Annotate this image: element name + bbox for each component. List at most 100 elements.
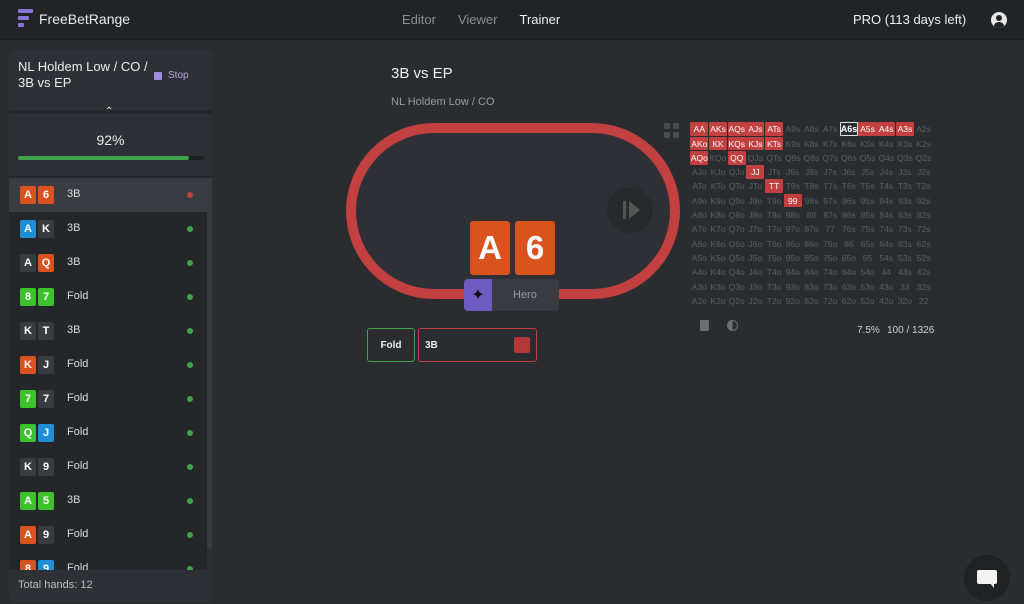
range-cell[interactable]: 65o [840, 251, 858, 265]
range-cell[interactable]: A3s [895, 122, 914, 136]
stop-button[interactable]: Stop [154, 70, 189, 81]
range-cell[interactable]: J9s [784, 165, 802, 179]
range-cell[interactable]: Q8o [728, 208, 746, 222]
range-cell[interactable]: J2s [915, 165, 933, 179]
range-cell[interactable]: 53s [896, 251, 914, 265]
range-cell[interactable]: 93s [896, 194, 914, 208]
range-cell[interactable]: 97s [821, 194, 839, 208]
range-cell[interactable]: 83s [896, 208, 914, 222]
range-cell[interactable]: K9o [709, 194, 727, 208]
range-cell[interactable]: T2o [765, 294, 783, 308]
range-cell[interactable]: 44 [877, 265, 895, 279]
range-cell[interactable]: A9o [690, 194, 708, 208]
grid-view-icon[interactable] [664, 123, 680, 139]
range-cell[interactable]: 82s [915, 208, 933, 222]
range-cell[interactable]: T2s [915, 179, 933, 193]
range-cell[interactable]: Q6s [840, 151, 858, 165]
nav-trainer[interactable]: Trainer [519, 12, 560, 27]
range-cell[interactable]: 42s [915, 265, 933, 279]
range-cell[interactable]: QJs [746, 151, 764, 165]
range-cell[interactable]: 74o [821, 265, 839, 279]
range-cell[interactable]: 84o [802, 265, 820, 279]
hand-row[interactable]: 8 9 Fold [9, 552, 207, 570]
range-cell[interactable]: 85o [802, 251, 820, 265]
range-cell[interactable]: 54s [877, 251, 895, 265]
range-cell[interactable]: J3s [896, 165, 914, 179]
range-cell[interactable]: K9s [784, 137, 802, 151]
range-cell[interactable]: A4o [690, 265, 708, 279]
hand-list-scrollbar[interactable] [207, 178, 212, 570]
next-hand-icon[interactable] [607, 187, 653, 233]
hand-row[interactable]: K T 3B [9, 314, 207, 348]
range-cell[interactable]: 73o [821, 280, 839, 294]
range-cell[interactable]: K6s [840, 137, 858, 151]
hand-row[interactable]: A 9 Fold [9, 518, 207, 552]
range-cell[interactable]: T4s [877, 179, 895, 193]
range-cell[interactable]: Q9s [784, 151, 802, 165]
range-cell[interactable]: KJs [746, 136, 765, 151]
user-account-icon[interactable] [991, 12, 1007, 28]
range-cell[interactable]: 94o [784, 265, 802, 279]
range-cell[interactable]: Q2s [915, 151, 933, 165]
range-cell[interactable]: 52s [915, 251, 933, 265]
range-cell[interactable]: Q2o [728, 294, 746, 308]
range-cell[interactable]: J2o [746, 294, 764, 308]
range-cell[interactable]: 86o [802, 237, 820, 251]
range-cell[interactable]: K7s [821, 137, 839, 151]
range-cell[interactable]: JJ [746, 165, 765, 179]
range-cell[interactable]: 82o [802, 294, 820, 308]
range-cell[interactable]: 32o [896, 294, 914, 308]
range-cell[interactable]: K4s [877, 137, 895, 151]
range-cell[interactable]: 54o [858, 265, 876, 279]
range-cell[interactable]: 66 [840, 237, 858, 251]
range-cell[interactable]: T5o [765, 251, 783, 265]
range-cell[interactable]: A9s [784, 122, 802, 136]
range-cell[interactable]: J8o [746, 208, 764, 222]
range-cell[interactable]: T9o [765, 194, 783, 208]
range-cell[interactable]: J4s [877, 165, 895, 179]
range-cell[interactable]: 32s [915, 280, 933, 294]
range-cell[interactable]: 84s [877, 208, 895, 222]
range-cell[interactable]: T6s [840, 179, 858, 193]
range-cell[interactable]: AJs [746, 122, 765, 136]
range-cell[interactable]: K8s [802, 137, 820, 151]
range-cell[interactable]: QTo [728, 179, 746, 193]
hand-row[interactable]: A 6 3B [9, 178, 207, 212]
range-cell[interactable]: KQo [709, 151, 727, 165]
range-cell[interactable]: T4o [765, 265, 783, 279]
range-cell[interactable]: 62s [915, 237, 933, 251]
range-cell[interactable]: AJo [690, 165, 708, 179]
range-cell[interactable]: ATs [765, 122, 784, 136]
range-cell[interactable]: 75o [821, 251, 839, 265]
range-cell[interactable]: Q5o [728, 251, 746, 265]
range-cell[interactable]: Q8s [802, 151, 820, 165]
range-cell[interactable]: J4o [746, 265, 764, 279]
range-cell[interactable]: 87o [802, 222, 820, 236]
range-cell[interactable]: 99 [783, 193, 802, 208]
range-cell[interactable]: T3s [896, 179, 914, 193]
range-cell[interactable]: 77 [821, 222, 839, 236]
range-cell[interactable]: K2o [709, 294, 727, 308]
range-cell[interactable]: Q9o [728, 194, 746, 208]
range-cell[interactable]: Q3s [896, 151, 914, 165]
range-cell[interactable]: K2s [915, 137, 933, 151]
range-cell[interactable]: TT [765, 179, 784, 194]
range-cell[interactable]: K4o [709, 265, 727, 279]
range-cell[interactable]: T3o [765, 280, 783, 294]
range-cell[interactable]: 94s [877, 194, 895, 208]
range-cell[interactable]: 42o [877, 294, 895, 308]
hand-row[interactable]: A 5 3B [9, 484, 207, 518]
range-cell[interactable]: 92o [784, 294, 802, 308]
range-cell[interactable]: 75s [858, 222, 876, 236]
chat-icon[interactable] [964, 555, 1010, 601]
range-cell[interactable]: K5s [858, 137, 876, 151]
range-cell[interactable]: 76o [821, 237, 839, 251]
range-cell[interactable]: JTs [765, 165, 783, 179]
range-cell[interactable]: 76s [840, 222, 858, 236]
pro-status[interactable]: PRO (113 days left) [853, 12, 966, 27]
range-cell[interactable]: 85s [858, 208, 876, 222]
range-cell[interactable]: Q6o [728, 237, 746, 251]
range-cell[interactable]: A8o [690, 208, 708, 222]
range-cell[interactable]: KTo [709, 179, 727, 193]
range-cell[interactable]: A4s [877, 122, 896, 136]
